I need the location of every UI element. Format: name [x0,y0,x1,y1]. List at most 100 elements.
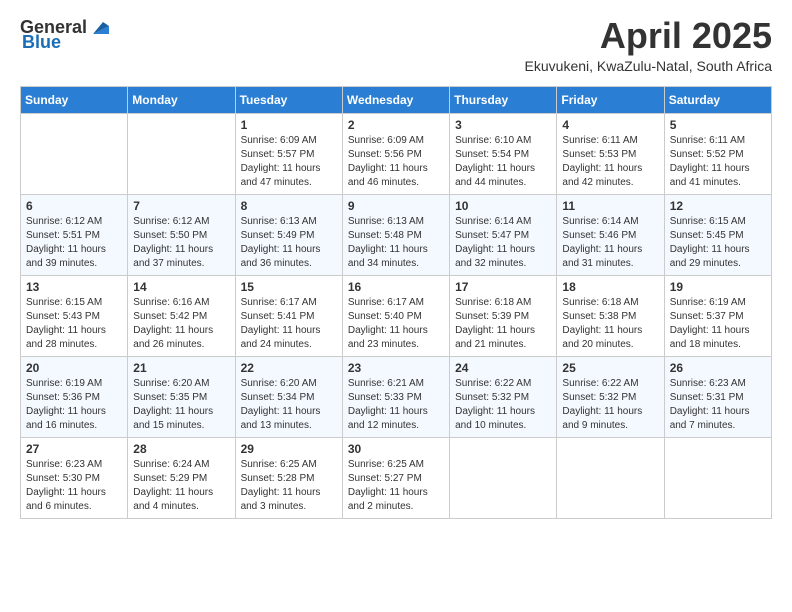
day-number: 9 [348,199,444,213]
day-number: 24 [455,361,551,375]
day-info: Sunrise: 6:24 AMSunset: 5:29 PMDaylight:… [133,458,229,514]
day-cell: 16Sunrise: 6:17 AMSunset: 5:40 PMDayligh… [342,275,449,356]
week-row-3: 13 Sunrise: 6:15 AMSunset: 5:43 PMDayligh… [21,275,772,356]
day-number: 1 [241,118,337,132]
title-block: April 2025 Ekuvukeni, KwaZulu-Natal, Sou… [525,16,772,74]
day-info: Sunrise: 6:22 AMSunset: 5:32 PMDaylight:… [455,377,551,433]
day-cell [21,113,128,194]
day-info: Sunrise: 6:09 AMSunset: 5:56 PMDaylight:… [348,134,444,190]
day-number: 17 [455,280,551,294]
day-info: Sunrise: 6:12 AMSunset: 5:50 PMDaylight:… [133,215,229,271]
day-cell: 24 Sunrise: 6:22 AMSunset: 5:32 PMDayligh… [450,356,557,437]
day-info: Sunrise: 6:23 AMSunset: 5:31 PMDaylight:… [670,377,766,433]
day-info: Sunrise: 6:10 AMSunset: 5:54 PMDaylight:… [455,134,551,190]
day-number: 18 [562,280,658,294]
day-number: 15 [241,280,337,294]
week-row-1: 1 Sunrise: 6:09 AMSunset: 5:57 PMDaylight… [21,113,772,194]
day-info: Sunrise: 6:19 AMSunset: 5:37 PMDaylight:… [670,296,766,352]
day-number: 23 [348,361,444,375]
day-number: 21 [133,361,229,375]
day-number: 19 [670,280,766,294]
day-number: 13 [26,280,122,294]
day-cell: 18 Sunrise: 6:18 AMSunset: 5:38 PMDayligh… [557,275,664,356]
day-info: Sunrise: 6:12 AMSunset: 5:51 PMDaylight:… [26,215,122,271]
day-info: Sunrise: 6:17 AMSunset: 5:40 PMDaylight:… [348,296,444,352]
day-cell: 12 Sunrise: 6:15 AMSunset: 5:45 PMDayligh… [664,194,771,275]
day-number: 26 [670,361,766,375]
logo-icon [89,16,111,38]
day-number: 14 [133,280,229,294]
day-info: Sunrise: 6:11 AMSunset: 5:52 PMDaylight:… [670,134,766,190]
day-number: 12 [670,199,766,213]
col-header-saturday: Saturday [664,86,771,113]
day-cell: 8 Sunrise: 6:13 AMSunset: 5:49 PMDaylight… [235,194,342,275]
logo-blue: Blue [22,32,61,53]
day-info: Sunrise: 6:15 AMSunset: 5:45 PMDaylight:… [670,215,766,271]
day-cell: 28 Sunrise: 6:24 AMSunset: 5:29 PMDayligh… [128,437,235,518]
day-cell: 21 Sunrise: 6:20 AMSunset: 5:35 PMDayligh… [128,356,235,437]
day-info: Sunrise: 6:18 AMSunset: 5:39 PMDaylight:… [455,296,551,352]
day-info: Sunrise: 6:15 AMSunset: 5:43 PMDaylight:… [26,296,122,352]
day-info: Sunrise: 6:18 AMSunset: 5:38 PMDaylight:… [562,296,658,352]
day-cell: 9Sunrise: 6:13 AMSunset: 5:48 PMDaylight… [342,194,449,275]
day-number: 29 [241,442,337,456]
day-cell: 30Sunrise: 6:25 AMSunset: 5:27 PMDayligh… [342,437,449,518]
day-cell [128,113,235,194]
day-cell: 19 Sunrise: 6:19 AMSunset: 5:37 PMDayligh… [664,275,771,356]
day-info: Sunrise: 6:09 AMSunset: 5:57 PMDaylight:… [241,134,337,190]
calendar-title: April 2025 [525,16,772,56]
day-number: 20 [26,361,122,375]
day-info: Sunrise: 6:16 AMSunset: 5:42 PMDaylight:… [133,296,229,352]
day-cell: 29 Sunrise: 6:25 AMSunset: 5:28 PMDayligh… [235,437,342,518]
day-info: Sunrise: 6:23 AMSunset: 5:30 PMDaylight:… [26,458,122,514]
day-cell: 22 Sunrise: 6:20 AMSunset: 5:34 PMDayligh… [235,356,342,437]
day-info: Sunrise: 6:14 AMSunset: 5:46 PMDaylight:… [562,215,658,271]
day-info: Sunrise: 6:21 AMSunset: 5:33 PMDaylight:… [348,377,444,433]
day-cell: 26 Sunrise: 6:23 AMSunset: 5:31 PMDayligh… [664,356,771,437]
day-number: 22 [241,361,337,375]
col-header-friday: Friday [557,86,664,113]
col-header-wednesday: Wednesday [342,86,449,113]
day-cell: 2 Sunrise: 6:09 AMSunset: 5:56 PMDaylight… [342,113,449,194]
day-number: 7 [133,199,229,213]
day-number: 27 [26,442,122,456]
day-info: Sunrise: 6:22 AMSunset: 5:32 PMDaylight:… [562,377,658,433]
logo: General Blue [20,16,111,53]
header-row: SundayMondayTuesdayWednesdayThursdayFrid… [21,86,772,113]
day-info: Sunrise: 6:14 AMSunset: 5:47 PMDaylight:… [455,215,551,271]
col-header-sunday: Sunday [21,86,128,113]
day-info: Sunrise: 6:25 AMSunset: 5:27 PMDaylight:… [348,458,444,514]
day-number: 11 [562,199,658,213]
day-cell [450,437,557,518]
page-header: General Blue April 2025 Ekuvukeni, KwaZu… [20,16,772,74]
day-number: 8 [241,199,337,213]
day-info: Sunrise: 6:13 AMSunset: 5:49 PMDaylight:… [241,215,337,271]
day-cell: 25 Sunrise: 6:22 AMSunset: 5:32 PMDayligh… [557,356,664,437]
col-header-thursday: Thursday [450,86,557,113]
day-number: 6 [26,199,122,213]
day-cell: 11 Sunrise: 6:14 AMSunset: 5:46 PMDayligh… [557,194,664,275]
day-number: 2 [348,118,444,132]
day-cell: 17 Sunrise: 6:18 AMSunset: 5:39 PMDayligh… [450,275,557,356]
day-number: 4 [562,118,658,132]
day-cell: 23 Sunrise: 6:21 AMSunset: 5:33 PMDayligh… [342,356,449,437]
week-row-2: 6 Sunrise: 6:12 AMSunset: 5:51 PMDaylight… [21,194,772,275]
day-number: 10 [455,199,551,213]
day-cell: 1 Sunrise: 6:09 AMSunset: 5:57 PMDaylight… [235,113,342,194]
day-info: Sunrise: 6:19 AMSunset: 5:36 PMDaylight:… [26,377,122,433]
day-info: Sunrise: 6:20 AMSunset: 5:34 PMDaylight:… [241,377,337,433]
col-header-tuesday: Tuesday [235,86,342,113]
day-number: 28 [133,442,229,456]
day-info: Sunrise: 6:20 AMSunset: 5:35 PMDaylight:… [133,377,229,433]
day-number: 25 [562,361,658,375]
day-cell: 15Sunrise: 6:17 AMSunset: 5:41 PMDayligh… [235,275,342,356]
day-info: Sunrise: 6:11 AMSunset: 5:53 PMDaylight:… [562,134,658,190]
day-cell [557,437,664,518]
col-header-monday: Monday [128,86,235,113]
day-cell: 20 Sunrise: 6:19 AMSunset: 5:36 PMDayligh… [21,356,128,437]
day-cell [664,437,771,518]
week-row-5: 27 Sunrise: 6:23 AMSunset: 5:30 PMDayligh… [21,437,772,518]
calendar-table: SundayMondayTuesdayWednesdayThursdayFrid… [20,86,772,519]
day-info: Sunrise: 6:25 AMSunset: 5:28 PMDaylight:… [241,458,337,514]
day-cell: 13 Sunrise: 6:15 AMSunset: 5:43 PMDayligh… [21,275,128,356]
